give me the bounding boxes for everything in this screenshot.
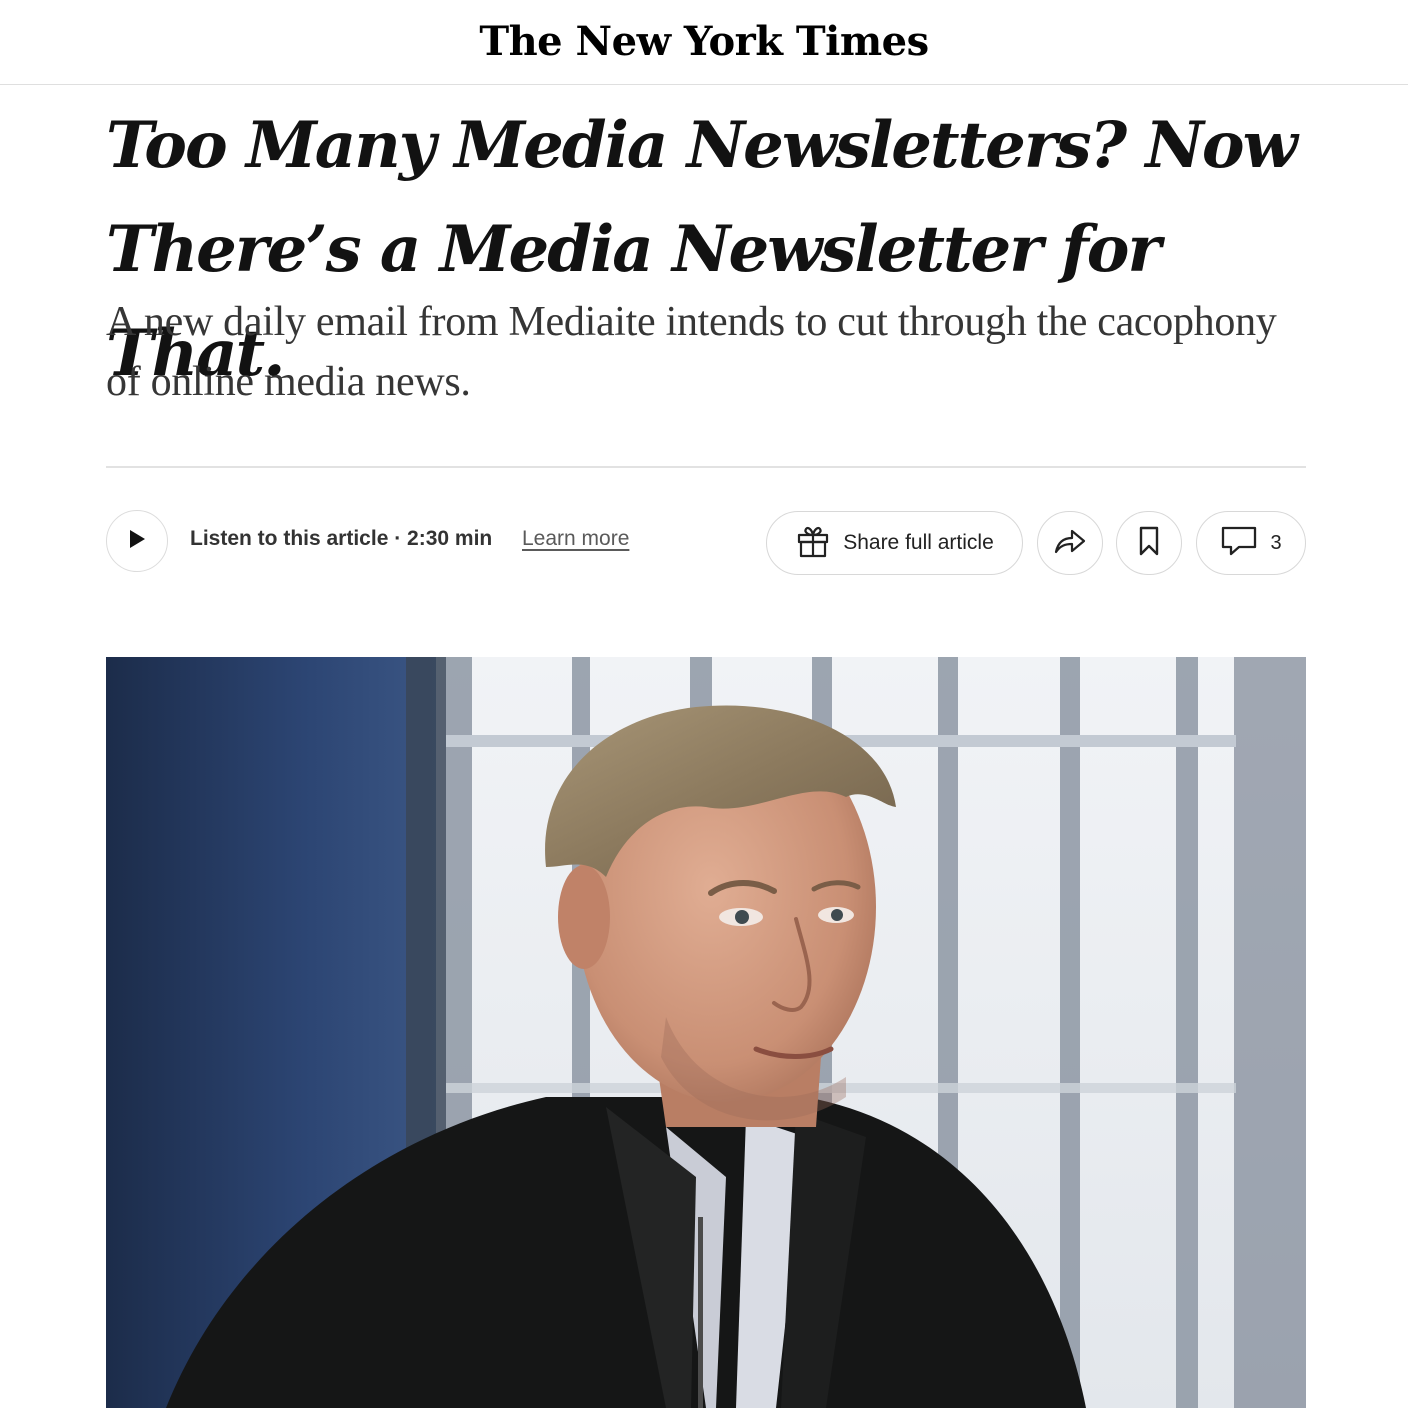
share-full-article-label: Share full article	[843, 531, 994, 554]
comment-icon	[1220, 525, 1258, 562]
nyt-logo[interactable]: The New York Times	[479, 18, 929, 65]
article-summary: A new daily email from Mediaite intends …	[106, 299, 1277, 405]
bookmark-icon	[1137, 525, 1161, 562]
comments-button[interactable]: 3	[1196, 511, 1306, 575]
share-button[interactable]	[1037, 511, 1103, 575]
masthead: The New York Times	[0, 0, 1408, 85]
play-button[interactable]	[106, 510, 168, 572]
article-toolbar: Listen to this article · 2:30 min Learn …	[106, 508, 1306, 576]
save-button[interactable]	[1116, 511, 1182, 575]
comments-count: 3	[1270, 531, 1282, 554]
gift-icon	[795, 523, 831, 564]
share-arrow-icon	[1052, 526, 1088, 561]
play-icon	[127, 528, 147, 555]
portrait-photo	[106, 657, 1306, 1408]
share-full-article-button[interactable]: Share full article	[766, 511, 1023, 575]
listen-label: Listen to this article · 2:30 min	[190, 527, 493, 550]
lead-photo[interactable]	[106, 657, 1306, 1408]
learn-more-link[interactable]: Learn more	[522, 527, 629, 551]
divider	[106, 466, 1306, 468]
